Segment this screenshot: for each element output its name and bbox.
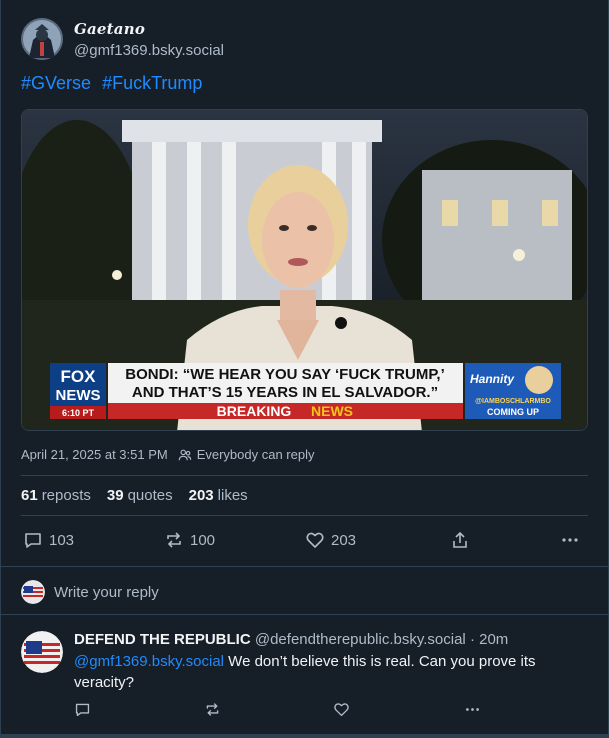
- network-time: 6:10 PT: [62, 408, 95, 418]
- network-logo-top: FOX: [61, 367, 97, 386]
- post-timestamp-row: April 21, 2025 at 3:51 PM Everybody can …: [21, 447, 314, 462]
- author-display-name[interactable]: Gaetano: [74, 20, 224, 38]
- heart-icon: [306, 532, 324, 548]
- more-icon: [562, 538, 578, 542]
- reply-display-name[interactable]: DEFEND THE REPUBLIC: [74, 631, 251, 648]
- reply-compose[interactable]: Write your reply: [21, 580, 159, 604]
- show-name: Hannity: [470, 372, 515, 386]
- hashtag-fucktrump[interactable]: #FuckTrump: [102, 73, 202, 93]
- reply-time[interactable]: · 20m: [470, 631, 508, 648]
- post-stats: 61 reposts 39 quotes 203 likes: [21, 487, 264, 504]
- reply-icon: [75, 703, 90, 717]
- like-count: 203: [331, 531, 357, 549]
- reply-handle[interactable]: @defendtherepublic.bsky.social: [255, 631, 466, 648]
- repost-count: 100: [190, 531, 216, 549]
- post-timestamp[interactable]: April 21, 2025 at 3:51 PM: [21, 447, 168, 462]
- reply-avatar[interactable]: [21, 631, 63, 673]
- reply-button[interactable]: 103: [23, 530, 74, 550]
- repost-icon: [206, 703, 219, 716]
- reply-reply-button[interactable]: [74, 701, 91, 723]
- like-button[interactable]: 203: [305, 530, 356, 550]
- reply-icon: [25, 533, 41, 548]
- likes-stat[interactable]: 203 likes: [189, 487, 248, 504]
- thread-frame: Gaetano @gmf1369.bsky.social #GVerse #Fu…: [0, 0, 609, 738]
- breaking-label: BREAKING: [217, 403, 292, 419]
- divider: [1, 566, 608, 567]
- bottom-border: [1, 734, 609, 738]
- reposts-stat[interactable]: 61 reposts: [21, 487, 91, 504]
- divider: [21, 515, 588, 516]
- show-next: COMING UP: [487, 407, 539, 417]
- share-icon: [453, 531, 467, 548]
- heart-icon: [334, 703, 349, 717]
- compose-placeholder[interactable]: Write your reply: [54, 584, 159, 601]
- reply-meta: DEFEND THE REPUBLIC @defendtherepublic.b…: [74, 631, 588, 648]
- post-text: #GVerse #FuckTrump: [21, 73, 208, 94]
- chyron-line-2: AND THAT’S 15 YEARS IN EL SALVADOR.”: [132, 384, 438, 401]
- quotes-stat[interactable]: 39 quotes: [107, 487, 173, 504]
- flag-avatar: [21, 580, 45, 604]
- more-icon: [466, 708, 479, 711]
- reply-text: @gmf1369.bsky.social We don’t believe th…: [74, 651, 588, 693]
- repost-icon: [167, 532, 181, 548]
- divider: [21, 475, 588, 476]
- network-logo-bottom: NEWS: [56, 387, 101, 404]
- author-handle[interactable]: @gmf1369.bsky.social: [74, 42, 224, 59]
- reply-more-button[interactable]: [464, 701, 481, 723]
- post-author[interactable]: Gaetano @gmf1369.bsky.social: [21, 18, 224, 60]
- post-image[interactable]: FOX NEWS 6:10 PT BONDI: “WE HEAR YOU SAY…: [21, 109, 588, 431]
- post-action-bar: 103 100 203: [1, 528, 608, 552]
- reply-count: 103: [49, 531, 75, 549]
- reply-permission[interactable]: Everybody can reply: [197, 447, 315, 462]
- author-avatar[interactable]: [21, 18, 63, 60]
- people-icon: [178, 449, 191, 460]
- divider: [1, 614, 608, 615]
- reply-like-button[interactable]: [333, 701, 350, 723]
- reply-mention[interactable]: @gmf1369.bsky.social: [74, 653, 224, 670]
- repost-button[interactable]: 100: [164, 530, 215, 550]
- news-label: NEWS: [311, 403, 353, 419]
- hashtag-gverse[interactable]: #GVerse: [21, 73, 91, 93]
- reply-repost-button[interactable]: [204, 701, 221, 723]
- show-handle: @IAMBOSCHLARMBO: [475, 398, 551, 405]
- share-button[interactable]: [450, 530, 476, 550]
- reply-action-bar: [74, 701, 588, 721]
- chyron-line-1: BONDI: “WE HEAR YOU SAY ‘FUCK TRUMP,’: [125, 366, 444, 383]
- more-options-button[interactable]: [560, 530, 586, 550]
